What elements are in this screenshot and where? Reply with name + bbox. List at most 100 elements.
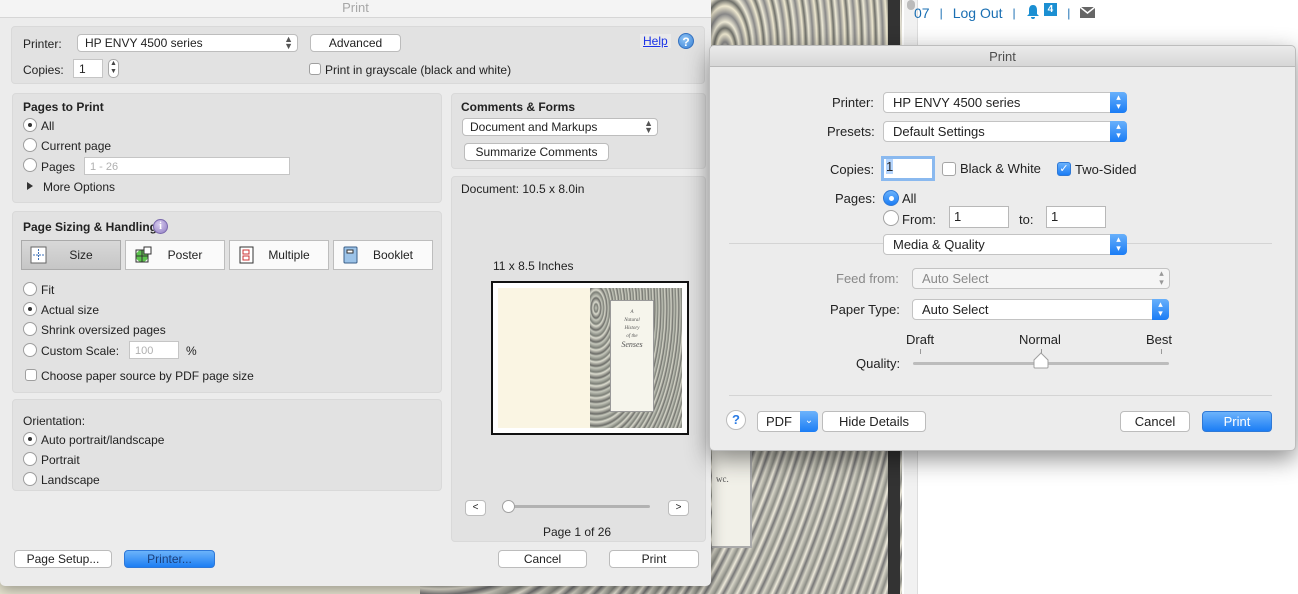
notification-badge[interactable]: 4 [1043,2,1058,16]
tab-multiple[interactable]: Multiple [229,240,329,270]
auto-orientation-label: Auto portrait/landscape [41,433,165,447]
feed-from-label: Feed from: [836,271,899,286]
shrink-label: Shrink oversized pages [41,323,166,337]
print-button[interactable]: Print [609,550,699,568]
sys-pages-all-radio[interactable] [883,190,899,206]
mail-icon[interactable] [1079,5,1096,21]
updown-arrow-icon: ▲ ▼ [644,118,653,135]
landscape-radio[interactable] [23,472,37,486]
page-slider-thumb[interactable] [502,500,515,513]
comments-forms-heading: Comments & Forms [461,100,576,114]
quality-tick-mark [920,349,921,354]
actual-size-radio[interactable] [23,302,37,316]
comments-forms-select[interactable]: Document and Markups ▲ ▼ [462,118,658,136]
sys-printer-select[interactable]: HP ENVY 4500 series ▴ ▾ [883,92,1127,113]
hide-details-button[interactable]: Hide Details [822,411,926,432]
user-id-fragment[interactable]: 07 [914,5,930,21]
fit-label: Fit [41,283,55,297]
feed-from-select[interactable]: Auto Select ▴ ▾ [912,268,1170,289]
more-options-toggle[interactable]: More Options [43,180,115,194]
background-book-image-top [710,0,900,45]
pages-range-label: Pages [41,160,76,174]
pages-current-radio[interactable] [23,138,37,152]
shrink-radio[interactable] [23,322,37,336]
sys-copies-input[interactable]: 1 [881,156,935,181]
prev-page-button[interactable]: < [465,500,486,516]
pages-all-radio[interactable] [23,118,37,132]
pages-range-radio[interactable] [23,158,37,172]
pages-all-label: All [41,119,55,133]
pages-from-label: From: [902,212,936,227]
pages-range-input[interactable]: 1 - 26 [84,157,290,175]
presets-value: Default Settings [893,124,985,139]
disclosure-triangle-icon[interactable] [27,182,33,190]
sys-printer-value: HP ENVY 4500 series [893,95,1021,110]
nav-separator: | [939,6,943,20]
pages-to-input[interactable]: 1 [1046,206,1106,228]
paper-type-label: Paper Type: [830,302,900,317]
summarize-comments-button[interactable]: Summarize Comments [464,143,609,161]
printer-button[interactable]: Printer... [124,550,215,568]
pdf-menu-button[interactable]: PDF ⌄ [757,411,818,432]
tab-booklet[interactable]: Booklet [333,240,433,270]
book-title-line: Senses [621,340,643,349]
sys-cancel-button[interactable]: Cancel [1120,411,1190,432]
pages-current-label: Current page [41,139,112,153]
preview-right-page: A Natural History of the Senses [590,288,682,428]
tab-multiple-label: Multiple [268,248,310,262]
help-icon[interactable]: ? [678,33,694,49]
section-select[interactable]: Media & Quality ▴ ▾ [883,234,1127,255]
web-top-nav: 07 | Log Out | 4 | [914,2,1096,22]
presets-label: Presets: [827,124,875,139]
grayscale-checkbox[interactable] [309,63,321,75]
tab-poster[interactable]: Poster [125,240,225,270]
next-page-button[interactable]: > [668,500,689,516]
info-icon[interactable]: i [153,219,168,234]
actual-size-label: Actual size [41,303,100,317]
black-white-checkbox[interactable] [942,162,956,176]
book-title-line: History [624,326,640,331]
copies-input[interactable]: 1 [73,59,103,78]
paper-type-select[interactable]: Auto Select ▴ ▾ [912,299,1169,320]
page-slider-track[interactable] [509,505,650,508]
feed-from-value: Auto Select [922,271,989,286]
advanced-button[interactable]: Advanced [310,34,401,52]
printer-select[interactable]: HP ENVY 4500 series ▲ ▼ [77,34,298,52]
logout-link[interactable]: Log Out [953,5,1003,21]
quality-tick-best: Best [1146,332,1173,347]
background-book-frame: wc. [712,448,752,548]
system-dialog-title: Print [710,46,1295,67]
updown-arrow-icon: ▴ ▾ [1110,92,1127,113]
presets-select[interactable]: Default Settings ▴ ▾ [883,121,1127,142]
sys-print-button[interactable]: Print [1202,411,1272,432]
tab-size[interactable]: Size [21,240,121,270]
tab-poster-label: Poster [167,248,203,262]
cancel-button[interactable]: Cancel [498,550,587,568]
quality-tick-draft: Draft [906,332,935,347]
portrait-radio[interactable] [23,452,37,466]
sys-copies-value: 1 [886,159,894,174]
nav-separator: | [1012,6,1016,20]
page-sizing-heading: Page Sizing & Handling [23,220,158,234]
book-title-plate: A Natural History of the Senses [610,300,654,412]
sys-pages-from-radio[interactable] [883,210,899,226]
portrait-label: Portrait [41,453,80,467]
preview-spread: A Natural History of the Senses [498,288,682,428]
custom-scale-radio[interactable] [23,343,37,357]
quality-slider-thumb[interactable] [1032,352,1050,369]
pages-from-input[interactable]: 1 [949,206,1009,228]
sys-printer-label: Printer: [832,95,874,110]
book-fragment-text: wc. [716,474,729,484]
bell-icon[interactable] [1026,4,1040,22]
printer-select-value: HP ENVY 4500 series [85,36,203,50]
paper-source-checkbox[interactable] [25,369,37,381]
updown-arrow-icon: ▴ ▾ [1152,299,1169,320]
custom-scale-input[interactable]: 100 [129,341,179,359]
two-sided-checkbox[interactable]: ✓ [1057,162,1071,176]
fit-radio[interactable] [23,282,37,296]
help-link[interactable]: Help [640,34,671,48]
sys-help-button[interactable]: ? [726,410,746,430]
page-setup-button[interactable]: Page Setup... [14,550,112,568]
auto-orientation-radio[interactable] [23,432,37,446]
copies-stepper[interactable]: ▲ ▼ [108,59,119,78]
